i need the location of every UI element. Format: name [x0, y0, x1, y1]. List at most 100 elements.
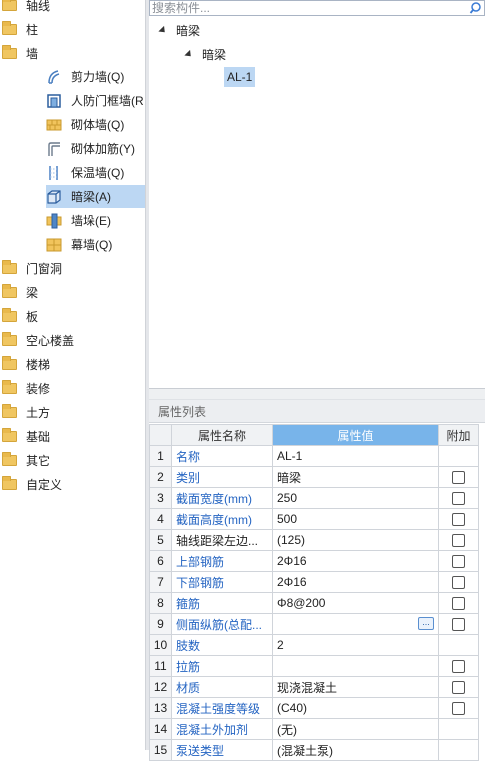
header-extra[interactable]: 附加	[438, 424, 479, 446]
extra-cell	[438, 676, 479, 698]
property-value[interactable]: 2Φ16	[272, 550, 439, 572]
extra-checkbox[interactable]	[452, 576, 465, 590]
tree-item-label: 其它	[26, 453, 51, 468]
header-property-name[interactable]: 属性名称	[171, 424, 273, 446]
extra-checkbox[interactable]	[452, 513, 465, 527]
extra-checkbox[interactable]	[452, 534, 465, 548]
property-value-text: 2Φ16	[277, 554, 307, 568]
property-row[interactable]: 14 混凝土外加剂 (无)	[149, 718, 479, 740]
property-row[interactable]: 7 下部钢筋 2Φ16	[149, 571, 479, 593]
component-list-tree: 暗梁 暗梁 AL-1	[149, 16, 485, 388]
extra-checkbox[interactable]	[452, 597, 465, 611]
property-row[interactable]: 15 泵送类型 (混凝土泵)	[149, 739, 479, 761]
property-value[interactable]: (C40)	[272, 697, 439, 719]
tree-item-hollow-floor[interactable]: 空心楼盖	[0, 329, 74, 351]
row-index: 4	[149, 508, 172, 530]
tree-item-other[interactable]: 其它	[0, 449, 50, 471]
tree-item-wall[interactable]: 墙	[0, 42, 38, 64]
extra-checkbox[interactable]	[452, 555, 465, 569]
expand-triangle-icon[interactable]	[184, 49, 194, 59]
property-value[interactable]: (125)	[272, 529, 439, 551]
tree-item-foundation[interactable]: 基础	[0, 425, 50, 447]
shear-wall-icon	[48, 69, 60, 84]
extra-checkbox[interactable]	[452, 618, 465, 632]
property-panel: 属性列表 属性名称 属性值 附加 1 名称 AL-1 2 类别 暗梁 3 截面宽度(mm) 25…	[149, 400, 485, 761]
property-row[interactable]: 8 箍筋 Φ8@200	[149, 592, 479, 614]
tree-item-earthwork[interactable]: 土方	[0, 401, 50, 423]
comp-tree-leaf-label: AL-1	[227, 70, 253, 84]
extra-cell	[438, 697, 479, 719]
tree-item-civil-defense-door-wall[interactable]: 人防门框墙(R	[46, 89, 145, 112]
property-value[interactable]: (混凝土泵)	[272, 739, 439, 761]
property-row[interactable]: 1 名称 AL-1	[149, 445, 479, 467]
search-icon[interactable]	[469, 1, 483, 15]
property-row[interactable]: 11 拉筋	[149, 655, 479, 677]
property-value[interactable]: 现浇混凝土	[272, 676, 439, 698]
extra-checkbox[interactable]	[452, 492, 465, 506]
tree-item-shear-wall[interactable]: 剪力墙(Q)	[46, 65, 130, 88]
masonry-reinforcement-icon	[48, 141, 60, 156]
property-row[interactable]: 3 截面宽度(mm) 250	[149, 487, 479, 509]
folder-icon	[2, 475, 17, 490]
property-value-text: 250	[277, 491, 298, 505]
tree-item-beam[interactable]: 梁	[0, 281, 38, 303]
tree-item-hidden-beam[interactable]: 暗梁(A)	[46, 185, 145, 208]
property-value[interactable]	[272, 655, 439, 677]
expand-triangle-icon[interactable]	[158, 25, 168, 35]
search-input[interactable]	[152, 1, 452, 15]
property-value[interactable]: 250	[272, 487, 439, 509]
property-value-text: AL-1	[277, 449, 303, 463]
property-row[interactable]: 12 材质 现浇混凝土	[149, 676, 479, 698]
property-row[interactable]: 10 肢数 2	[149, 634, 479, 656]
component-search-box[interactable]	[149, 0, 485, 16]
comp-tree-child[interactable]: 暗梁	[184, 44, 226, 64]
tree-item-slab[interactable]: 板	[0, 305, 38, 327]
horizontal-splitter[interactable]	[149, 388, 485, 400]
tree-item-label: 墙	[26, 46, 39, 61]
property-table: 属性名称 属性值 附加 1 名称 AL-1 2 类别 暗梁 3 截面宽度(mm) 250 4 截面高…	[149, 424, 479, 761]
tree-item-stairs[interactable]: 楼梯	[0, 353, 50, 375]
tree-item-curtain-wall[interactable]: 幕墙(Q)	[46, 233, 118, 256]
tree-item-wall-pier[interactable]: 墙垛(E)	[46, 209, 117, 232]
property-value[interactable]: 暗梁	[272, 466, 439, 488]
tree-item-custom[interactable]: 自定义	[0, 473, 62, 495]
property-value[interactable]: AL-1	[272, 445, 439, 467]
extra-checkbox[interactable]	[452, 660, 465, 674]
tree-item-decoration[interactable]: 装修	[0, 377, 50, 399]
tree-item-column[interactable]: 柱	[0, 18, 38, 40]
folder-icon	[2, 427, 17, 442]
property-name: 混凝土强度等级	[171, 697, 273, 719]
tree-item-masonry-reinforcement[interactable]: 砌体加筋(Y)	[46, 137, 141, 160]
ellipsis-button[interactable]: ...	[418, 617, 434, 630]
property-value[interactable]: 2	[272, 634, 439, 656]
extra-checkbox[interactable]	[452, 702, 465, 716]
property-row[interactable]: 9 侧面纵筋(总配......	[149, 613, 479, 635]
row-index: 2	[149, 466, 172, 488]
property-name: 箍筋	[171, 592, 273, 614]
header-property-value[interactable]: 属性值	[272, 424, 439, 446]
tree-item-insulation-wall[interactable]: 保温墙(Q)	[46, 161, 130, 184]
property-name: 截面高度(mm)	[171, 508, 273, 530]
row-index: 5	[149, 529, 172, 551]
property-value[interactable]: (无)	[272, 718, 439, 740]
tree-item-masonry-wall[interactable]: 砌体墙(Q)	[46, 113, 130, 136]
row-index: 13	[149, 697, 172, 719]
property-row[interactable]: 5 轴线距梁左边... (125)	[149, 529, 479, 551]
comp-tree-leaf-al-1[interactable]: AL-1	[224, 67, 256, 87]
property-row[interactable]: 4 截面高度(mm) 500	[149, 508, 479, 530]
property-row[interactable]: 13 混凝土强度等级 (C40)	[149, 697, 479, 719]
tree-item-door-window-opening[interactable]: 门窗洞	[0, 257, 62, 279]
property-row[interactable]: 6 上部钢筋 2Φ16	[149, 550, 479, 572]
property-value[interactable]: ...	[272, 613, 439, 635]
comp-tree-root-label: 暗梁	[176, 23, 201, 38]
property-value[interactable]: Φ8@200	[272, 592, 439, 614]
property-value[interactable]: 500	[272, 508, 439, 530]
property-row[interactable]: 2 类别 暗梁	[149, 466, 479, 488]
extra-checkbox[interactable]	[452, 471, 465, 485]
tree-item-axis[interactable]: 轴线	[0, 0, 50, 16]
extra-checkbox[interactable]	[452, 681, 465, 695]
property-panel-title-text: 属性列表	[158, 404, 207, 419]
property-value[interactable]: 2Φ16	[272, 571, 439, 593]
comp-tree-root[interactable]: 暗梁	[158, 20, 201, 40]
folder-icon	[2, 403, 17, 418]
